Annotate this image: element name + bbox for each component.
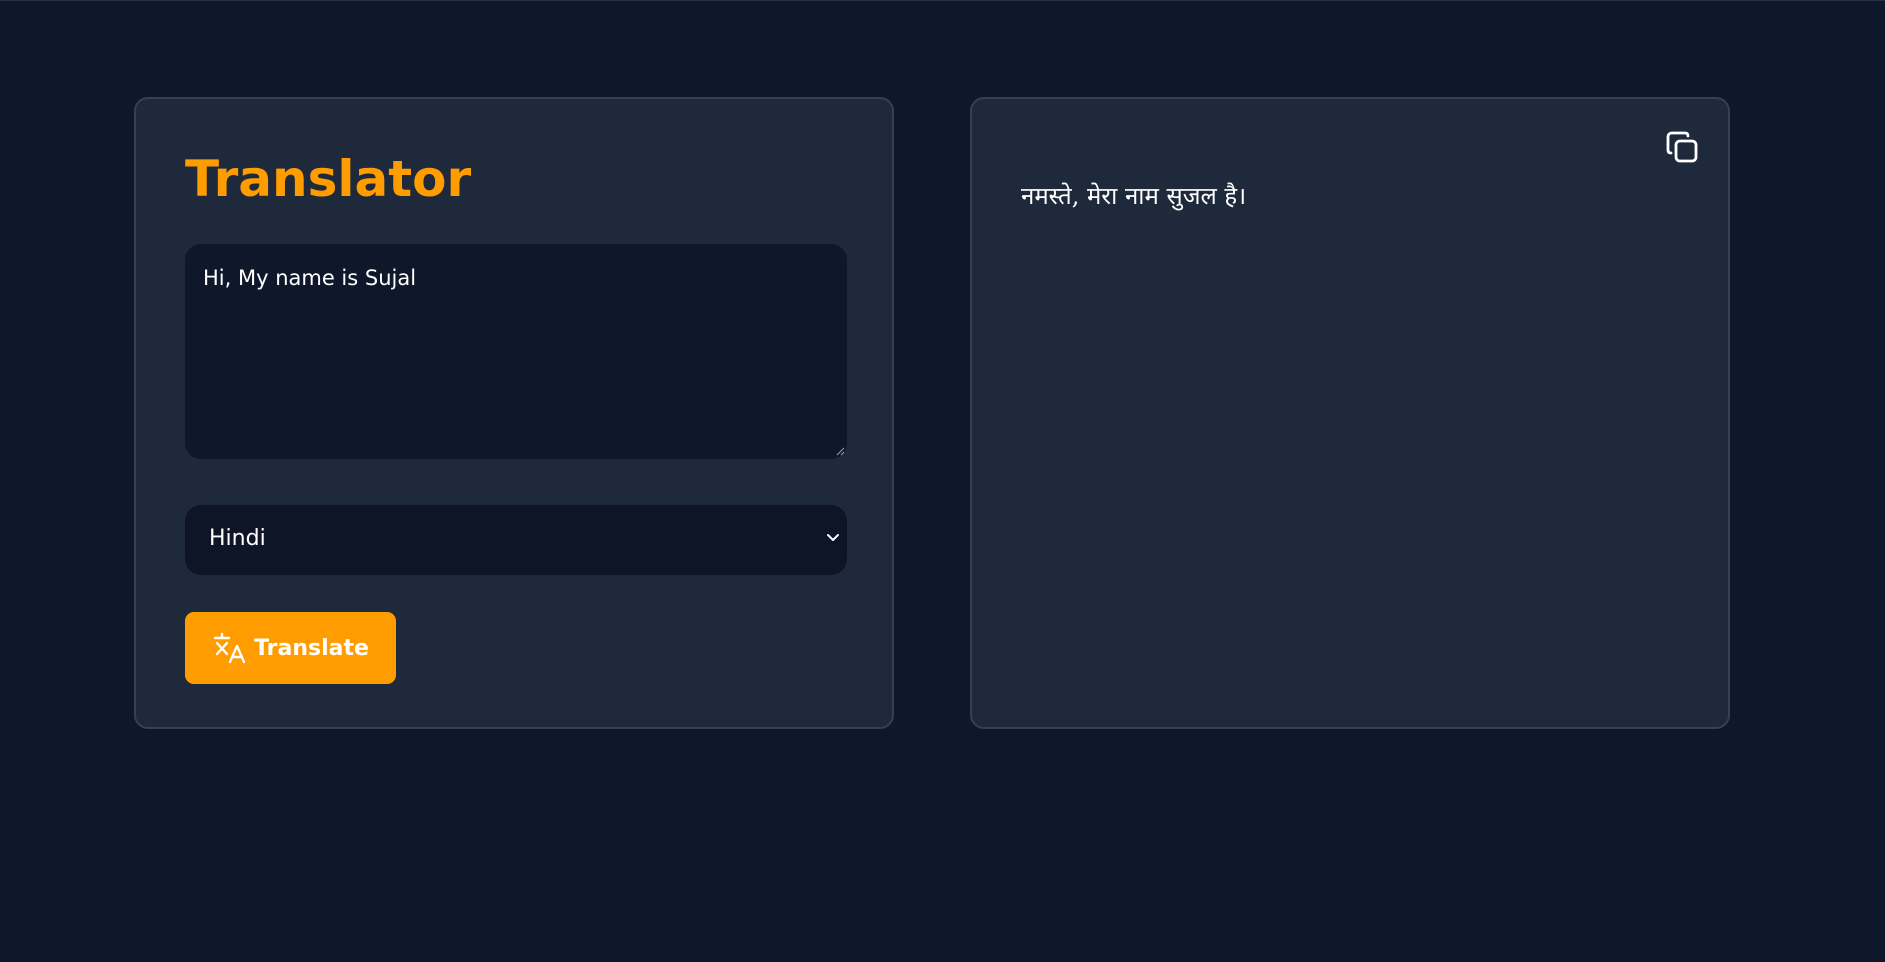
- output-panel: नमस्ते, मेरा नाम सुजल है।: [970, 97, 1730, 729]
- app-title: Translator: [185, 150, 472, 208]
- language-select[interactable]: Hindi: [185, 505, 847, 575]
- copy-icon[interactable]: [1664, 129, 1702, 167]
- translate-icon: [213, 632, 246, 664]
- chevron-down-icon: [827, 534, 839, 541]
- top-divider: [0, 0, 1885, 1]
- translate-button-label: Translate: [254, 635, 369, 661]
- language-select-value: Hindi: [209, 526, 266, 551]
- resize-handle-icon[interactable]: [836, 447, 845, 456]
- input-panel: Translator Hi, My name is Sujal Hindi Tr…: [134, 97, 894, 729]
- translate-button[interactable]: Translate: [185, 612, 396, 684]
- source-text-input[interactable]: Hi, My name is Sujal: [185, 244, 847, 459]
- translated-text: नमस्ते, मेरा नाम सुजल है।: [1021, 182, 1247, 210]
